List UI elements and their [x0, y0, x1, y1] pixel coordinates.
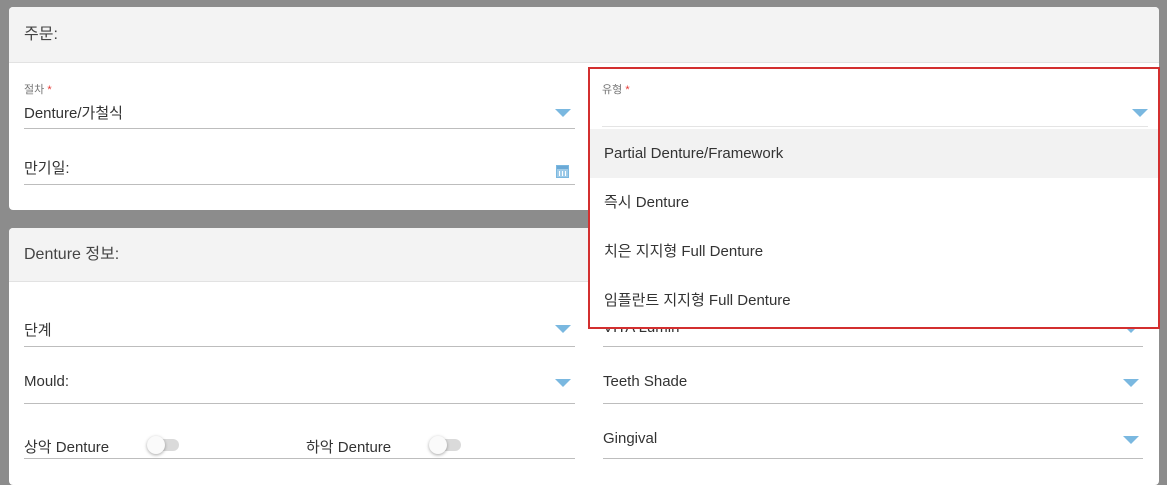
required-mark: *	[47, 84, 52, 96]
due-date-field[interactable]: 만기일:	[24, 145, 575, 185]
calendar-icon[interactable]	[556, 165, 569, 178]
upper-jaw-toggle[interactable]	[147, 436, 179, 454]
gingival-label: Gingival	[603, 430, 658, 447]
lower-jaw-toggle[interactable]	[429, 436, 461, 454]
chevron-down-icon[interactable]	[1132, 109, 1148, 117]
gingival-select[interactable]: Gingival	[603, 418, 1143, 459]
upper-jaw-label: 상악 Denture	[24, 439, 110, 456]
type-label: 유형	[602, 84, 623, 96]
chevron-down-icon[interactable]	[555, 109, 571, 117]
toggle-knob	[429, 436, 447, 454]
due-date-label: 만기일:	[24, 160, 70, 177]
teeth-shade-label: Teeth Shade	[603, 373, 688, 390]
procedure-select[interactable]: 절차 * Denture/가철식	[24, 78, 575, 129]
type-select[interactable]: 유형 *	[602, 69, 1148, 127]
type-option-implant-supported-full-denture[interactable]: 임플란트 지지형 Full Denture	[590, 276, 1158, 325]
type-options-list: Partial Denture/Framework 즉시 Denture 치은 …	[590, 129, 1158, 325]
toggle-knob	[147, 436, 165, 454]
chevron-down-icon[interactable]	[555, 379, 571, 387]
chevron-down-icon[interactable]	[555, 325, 571, 333]
type-option-tissue-supported-full-denture[interactable]: 치은 지지형 Full Denture	[590, 227, 1158, 276]
type-option-partial-denture[interactable]: Partial Denture/Framework	[590, 129, 1158, 178]
mould-label: Mould:	[24, 373, 70, 390]
order-section-title: 주문:	[9, 7, 1159, 63]
stage-select[interactable]: 단계	[24, 310, 575, 347]
teeth-shade-select[interactable]: Teeth Shade	[603, 364, 1143, 404]
required-mark: *	[625, 84, 630, 96]
jaw-toggles-row: 상악 Denture 하악 Denture	[24, 418, 575, 459]
chevron-down-icon[interactable]	[1123, 379, 1139, 387]
mould-select[interactable]: Mould:	[24, 364, 575, 404]
chevron-down-icon[interactable]	[1123, 436, 1139, 444]
procedure-value: Denture/가철식	[24, 105, 123, 122]
stage-label: 단계	[24, 322, 52, 339]
type-dropdown[interactable]: 유형 * Partial Denture/Framework 즉시 Dentur…	[588, 67, 1160, 329]
procedure-label: 절차	[24, 84, 45, 96]
lower-jaw-label: 하악 Denture	[306, 439, 392, 456]
type-option-immediate-denture[interactable]: 즉시 Denture	[590, 178, 1158, 227]
